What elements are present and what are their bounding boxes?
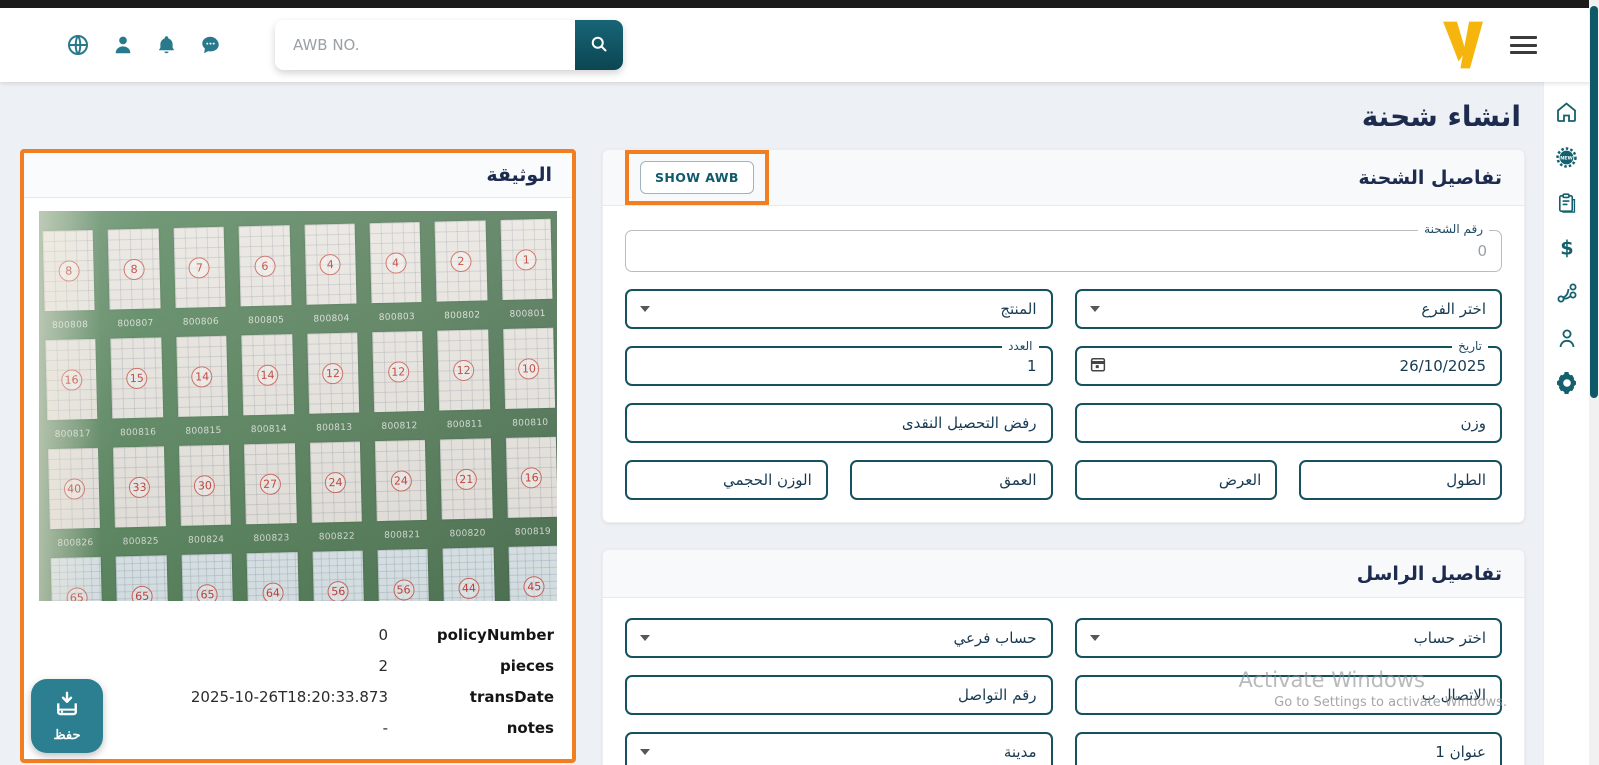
language-globe-icon[interactable] xyxy=(66,33,90,57)
page-scrollbar[interactable] xyxy=(1589,0,1599,765)
awb-search-button[interactable] xyxy=(575,20,623,70)
product-select[interactable]: المنتج xyxy=(625,289,1053,329)
network-branch-icon[interactable] xyxy=(1555,281,1579,305)
chevron-down-icon xyxy=(640,306,650,312)
volumetric-weight-field[interactable]: الوزن الحجمي xyxy=(625,460,828,500)
brand-v-logo[interactable] xyxy=(1437,18,1489,76)
chevron-down-icon xyxy=(640,749,650,755)
awb-search xyxy=(275,20,623,70)
length-field[interactable]: الطول xyxy=(1299,460,1502,500)
app-header xyxy=(0,8,1599,82)
sender-details-title: تفاصيل الراسل xyxy=(1357,563,1502,585)
window-top-strip xyxy=(0,0,1599,8)
sender-details-card: تفاصيل الراسل اختر حساب حساب فرعي xyxy=(602,549,1525,765)
city-select[interactable]: مدينة xyxy=(625,732,1053,765)
document-image[interactable]: 1244678880080180080280080380080480080580… xyxy=(39,211,557,601)
search-icon xyxy=(589,34,609,57)
calendar-icon[interactable] xyxy=(1089,355,1107,377)
menu-hamburger-icon[interactable] xyxy=(1510,36,1537,59)
count-field[interactable]: العدد 1 xyxy=(625,346,1053,386)
new-badge-gear-icon[interactable]: NEW xyxy=(1554,145,1579,170)
date-field[interactable]: تاريخ 26/10/2025 xyxy=(1075,346,1503,386)
save-icon xyxy=(51,689,83,722)
svg-text:$: $ xyxy=(1560,236,1573,259)
meta-row: 0 policyNumber xyxy=(42,619,554,650)
notifications-bell-icon[interactable] xyxy=(156,34,177,56)
home-icon[interactable] xyxy=(1554,100,1579,124)
awb-search-input[interactable] xyxy=(275,20,575,70)
profile-person-icon[interactable] xyxy=(1555,326,1579,350)
scrollbar-thumb[interactable] xyxy=(1590,6,1598,398)
shipment-details-card: تفاصيل الشحنة SHOW AWB رقم الشحنة 0 اختر… xyxy=(602,149,1525,523)
right-sidebar: NEW $ xyxy=(1543,82,1589,765)
meta-row: 2025-10-26T18:20:33.873 transDate xyxy=(42,681,554,712)
chevron-down-icon xyxy=(1090,635,1100,641)
document-photo-grid: 1244678880080180080280080380080480080580… xyxy=(39,211,557,601)
weight-field[interactable]: وزن xyxy=(1075,403,1503,443)
save-button[interactable]: حفظ xyxy=(31,679,103,753)
contact-field[interactable]: الاتصال ب xyxy=(1075,675,1503,715)
show-awb-highlight: SHOW AWB xyxy=(625,150,769,205)
branch-select[interactable]: اختر الفرع xyxy=(1075,289,1503,329)
document-panel-title: الوثيقة xyxy=(24,153,572,198)
contact-number-field[interactable]: رقم التواصل xyxy=(625,675,1053,715)
user-icon[interactable] xyxy=(112,34,134,56)
document-meta: 0 policyNumber 2 pieces 2025-10-26T18:20… xyxy=(24,609,572,759)
orders-clipboard-icon[interactable] xyxy=(1555,191,1578,215)
shipment-details-title: تفاصيل الشحنة xyxy=(1358,167,1502,189)
shipment-number-field[interactable]: رقم الشحنة 0 xyxy=(625,230,1502,272)
show-awb-button[interactable]: SHOW AWB xyxy=(640,161,754,194)
account-select[interactable]: اختر حساب xyxy=(1075,618,1503,658)
page-title: انشاء شحنة xyxy=(24,100,1521,133)
meta-row: - notes xyxy=(42,712,554,743)
document-panel-highlight: الوثيقة 12446788800801800802800803800804… xyxy=(20,149,576,763)
refuse-cod-field[interactable]: رفض التحصيل النقدى xyxy=(625,403,1053,443)
meta-row: 2 pieces xyxy=(42,650,554,681)
chat-icon[interactable] xyxy=(199,34,222,56)
settings-gear-icon[interactable] xyxy=(1555,371,1579,395)
chevron-down-icon xyxy=(1090,306,1100,312)
width-field[interactable]: العرض xyxy=(1075,460,1278,500)
main-content: انشاء شحنة تفاصيل الشحنة SHOW AWB رقم ال… xyxy=(0,82,1543,765)
svg-text:NEW: NEW xyxy=(1560,156,1573,162)
address1-field[interactable]: عنوان 1 xyxy=(1075,732,1503,765)
chevron-down-icon xyxy=(640,635,650,641)
sub-account-select[interactable]: حساب فرعي xyxy=(625,618,1053,658)
depth-field[interactable]: العمق xyxy=(850,460,1053,500)
finance-dollar-icon[interactable]: $ xyxy=(1556,236,1578,260)
